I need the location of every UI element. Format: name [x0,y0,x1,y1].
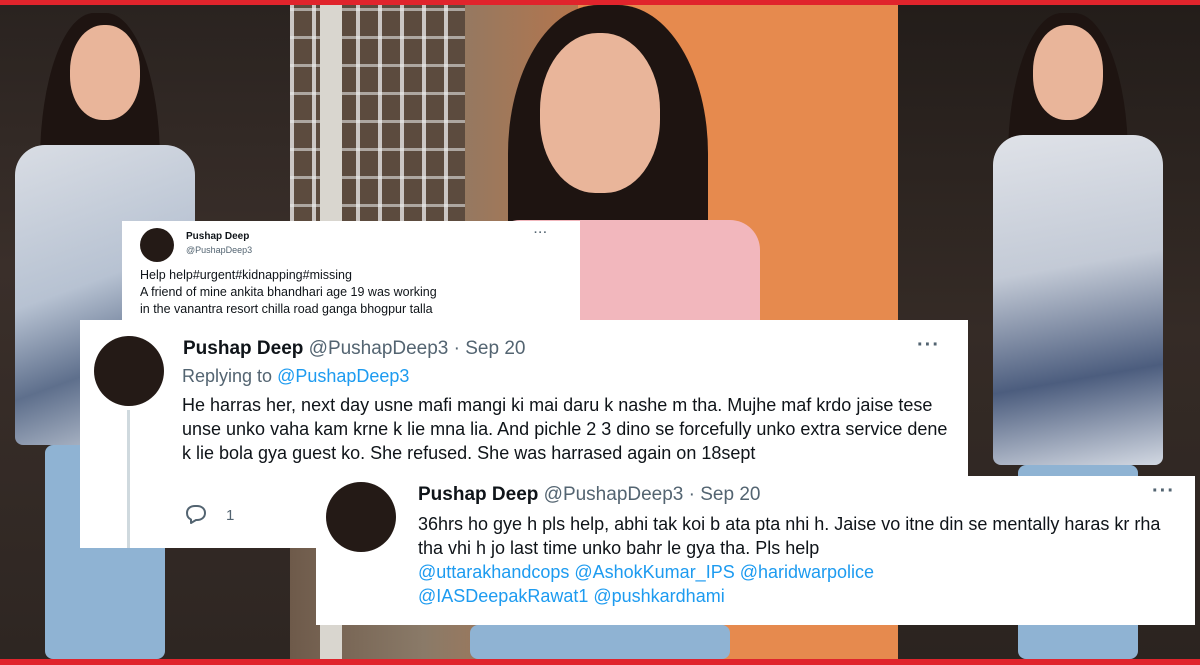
tweet-text-block: 36hrs ho gye h pls help, abhi tak koi b … [418,512,1178,608]
tweet-text: 36hrs ho gye h pls help, abhi tak koi b … [418,514,1161,558]
tweet-text: Help help#urgent#kidnapping#missing A fr… [140,268,437,316]
bottom-red-border [0,659,1200,665]
replying-label: Replying to [182,366,278,386]
replying-handle-link[interactable]: @PushapDeep3 [277,366,409,386]
reply-bubble-icon[interactable] [184,504,208,524]
avatar[interactable] [140,228,174,262]
author-name[interactable]: Pushap Deep [186,231,249,242]
avatar[interactable] [94,336,164,406]
author-line: Pushap Deep @PushapDeep3 · Sep 20 [183,338,525,360]
more-options-icon[interactable]: ··· [917,334,940,357]
more-options-icon[interactable]: ··· [1152,480,1175,503]
mentions-line-2[interactable]: @IASDeepakRawat1 @pushkardhami [418,586,725,606]
author-name[interactable]: Pushap Deep [418,484,538,505]
replying-to: Replying to @PushapDeep3 [182,366,409,387]
reply-count: 1 [226,507,235,524]
avatar[interactable] [326,482,396,552]
tweet-card-followup[interactable]: Pushap Deep @PushapDeep3 · Sep 20 ··· 36… [316,476,1195,625]
author-handle-date[interactable]: @PushapDeep3 · Sep 20 [309,338,526,359]
thread-connector [127,410,130,548]
tweet-text: He harras her, next day usne mafi mangi … [182,395,948,463]
author-line: Pushap Deep @PushapDeep3 · Sep 20 [418,484,760,506]
mentions-line-1[interactable]: @uttarakhandcops @AshokKumar_IPS @haridw… [418,562,874,582]
author-name[interactable]: Pushap Deep [183,338,303,359]
author-handle[interactable]: @PushapDeep3 [186,245,252,255]
more-options-icon[interactable]: ··· [534,227,548,239]
tweet-card-original[interactable]: Pushap Deep @PushapDeep3 ··· Help help#u… [122,221,580,321]
author-handle-date[interactable]: @PushapDeep3 · Sep 20 [544,484,761,505]
